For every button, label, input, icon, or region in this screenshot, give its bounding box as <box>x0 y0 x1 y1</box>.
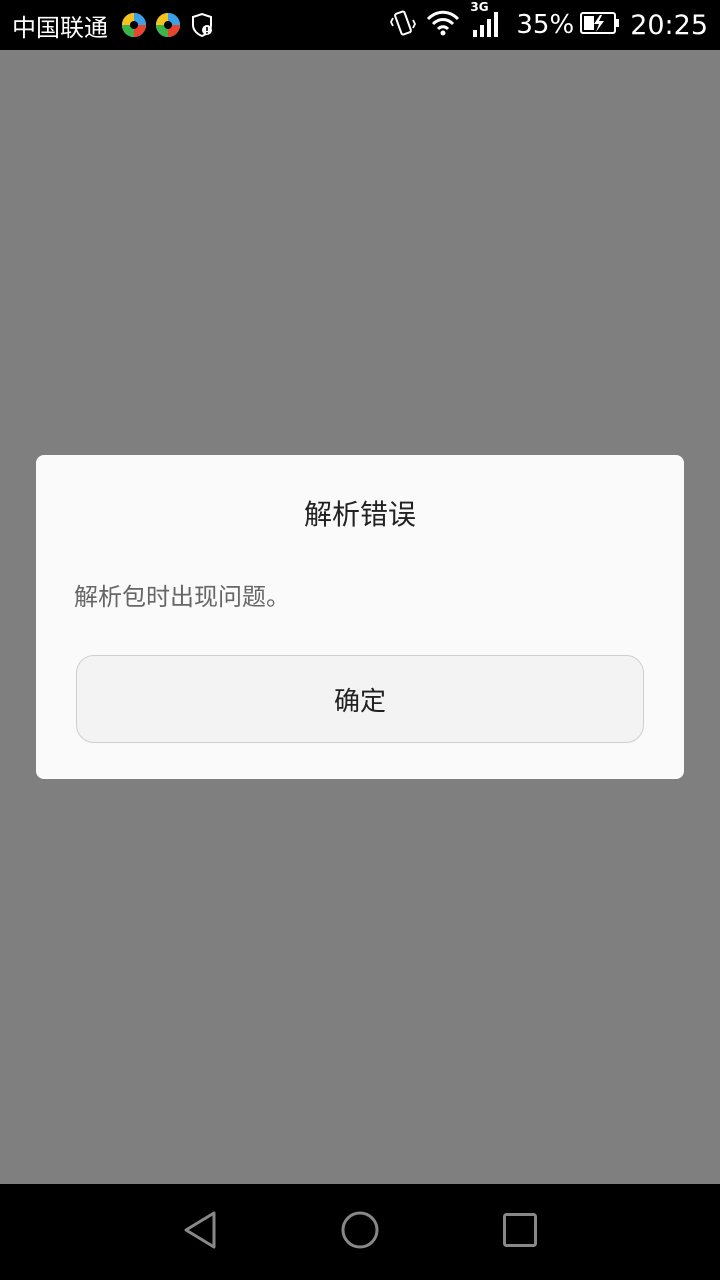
status-bar: 中国联通 3G 35% 20:25 <box>0 0 720 50</box>
navigation-bar <box>0 1184 720 1280</box>
home-button[interactable] <box>340 1210 380 1254</box>
clock: 20:25 <box>630 9 708 41</box>
dialog-title: 解析错误 <box>303 498 416 531</box>
status-right: 3G 35% 20:25 <box>380 0 708 50</box>
dialog-message: 解析包时出现问题。 <box>74 583 290 611</box>
recents-icon <box>502 1212 538 1252</box>
error-dialog: 解析错误 解析包时出现问题。 确定 <box>36 455 684 779</box>
carrier-name: 中国联通 <box>12 13 108 42</box>
back-button[interactable] <box>180 1210 220 1254</box>
signal-icon: 3G <box>470 0 502 42</box>
shield-alert-icon <box>188 11 216 39</box>
battery-charging-icon <box>580 11 620 39</box>
status-left: 中国联通 <box>12 0 216 50</box>
back-icon <box>182 1210 218 1254</box>
vibrate-icon <box>390 9 417 41</box>
recents-button[interactable] <box>500 1212 540 1252</box>
network-type-label: 3G <box>470 0 489 14</box>
home-icon <box>340 1210 380 1254</box>
confirm-button[interactable]: 确定 <box>76 655 644 743</box>
wifi-icon <box>426 9 460 41</box>
battery-percentage: 35% <box>516 10 575 40</box>
app-swirl-icon <box>154 11 182 39</box>
app-swirl-icon <box>120 11 148 39</box>
